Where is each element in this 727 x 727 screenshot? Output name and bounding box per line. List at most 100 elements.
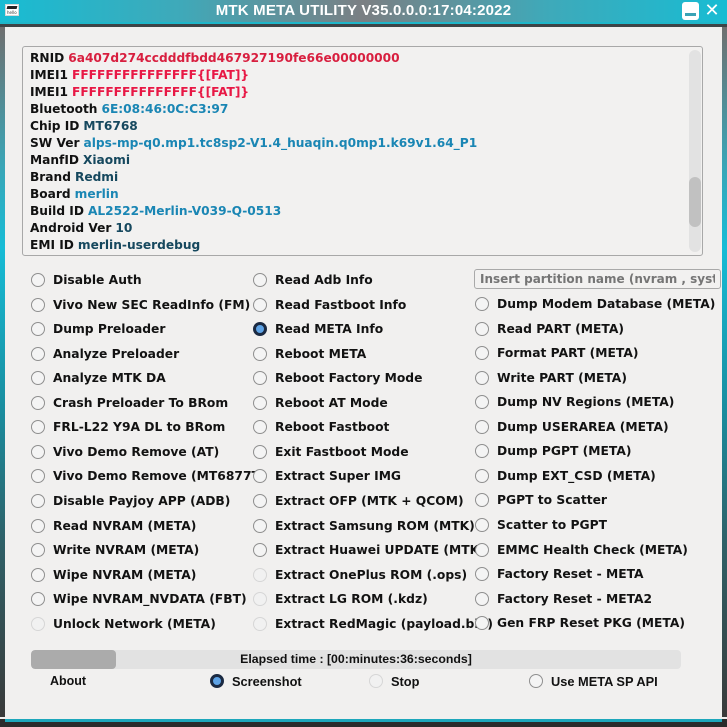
log-scrollbar[interactable] (689, 50, 701, 252)
radio-button[interactable] (475, 469, 489, 483)
option-vivo-new-sec-readinfo-fm[interactable]: Vivo New SEC ReadInfo (FM) (31, 295, 250, 315)
radio-button[interactable] (253, 494, 267, 508)
option-dump-nv-regions-meta[interactable]: Dump NV Regions (META) (475, 392, 674, 412)
option-reboot-factory-mode[interactable]: Reboot Factory Mode (253, 368, 422, 388)
option-factory-reset-meta2[interactable]: Factory Reset - META2 (475, 589, 652, 609)
radio-button[interactable] (253, 519, 267, 533)
radio-button[interactable] (475, 592, 489, 606)
radio-button[interactable] (31, 298, 45, 312)
partition-name-input[interactable] (474, 269, 721, 289)
radio-button[interactable] (253, 322, 267, 336)
option-wipe-nvram-nvdata-fbt[interactable]: Wipe NVRAM_NVDATA (FBT) (31, 589, 247, 609)
radio-button[interactable] (31, 371, 45, 385)
radio-button[interactable] (253, 371, 267, 385)
option-extract-samsung-rom-mtk[interactable]: Extract Samsung ROM (MTK) (253, 516, 475, 536)
log-line: ManfID Xiaomi (30, 152, 477, 169)
use-meta-sp-api-radio-icon[interactable] (529, 674, 543, 688)
radio-button[interactable] (31, 347, 45, 361)
option-reboot-fastboot[interactable]: Reboot Fastboot (253, 417, 389, 437)
option-read-meta-info[interactable]: Read META Info (253, 319, 383, 339)
option-dump-modem-database-meta[interactable]: Dump Modem Database (META) (475, 294, 715, 314)
radio-button[interactable] (31, 396, 45, 410)
title-bar[interactable]: hello MTK META UTILITY V35.0.0.0:17:04:2… (0, 0, 727, 22)
option-dump-ext-csd-meta[interactable]: Dump EXT_CSD (META) (475, 466, 656, 486)
option-write-nvram-meta[interactable]: Write NVRAM (META) (31, 540, 199, 560)
option-write-part-meta[interactable]: Write PART (META) (475, 368, 627, 388)
radio-button[interactable] (31, 273, 45, 287)
use-meta-sp-api-radio[interactable]: Use META SP API (529, 671, 658, 691)
radio-button[interactable] (253, 347, 267, 361)
option-reboot-at-mode[interactable]: Reboot AT Mode (253, 393, 388, 413)
option-reboot-meta[interactable]: Reboot META (253, 344, 366, 364)
screenshot-radio[interactable]: Screenshot (210, 671, 302, 691)
option-label: Read META Info (275, 322, 384, 336)
radio-button[interactable] (475, 567, 489, 581)
option-factory-reset-meta[interactable]: Factory Reset - META (475, 564, 644, 584)
option-read-part-meta[interactable]: Read PART (META) (475, 319, 624, 339)
radio-button[interactable] (31, 592, 45, 606)
radio-button[interactable] (475, 371, 489, 385)
stop-radio[interactable]: Stop (369, 671, 419, 691)
window-border-left (0, 27, 5, 717)
radio-button[interactable] (253, 420, 267, 434)
option-emmc-health-check-meta[interactable]: EMMC Health Check (META) (475, 540, 688, 560)
about-link[interactable]: About (50, 672, 86, 690)
option-dump-preloader[interactable]: Dump Preloader (31, 319, 165, 339)
radio-button[interactable] (475, 420, 489, 434)
option-read-adb-info[interactable]: Read Adb Info (253, 270, 373, 290)
radio-button[interactable] (31, 322, 45, 336)
option-label: Reboot Factory Mode (275, 371, 423, 385)
option-wipe-nvram-meta[interactable]: Wipe NVRAM (META) (31, 565, 196, 585)
radio-button[interactable] (475, 322, 489, 336)
radio-button[interactable] (31, 445, 45, 459)
minimize-button[interactable] (682, 2, 699, 20)
radio-button[interactable] (31, 519, 45, 533)
option-label: Unlock Network (META) (53, 617, 216, 631)
radio-button[interactable] (31, 543, 45, 557)
option-analyze-mtk-da[interactable]: Analyze MTK DA (31, 368, 166, 388)
option-dump-userarea-meta[interactable]: Dump USERAREA (META) (475, 417, 669, 437)
option-scatter-to-pgpt[interactable]: Scatter to PGPT (475, 515, 607, 535)
radio-button[interactable] (475, 543, 489, 557)
screenshot-radio-icon[interactable] (210, 674, 224, 688)
radio-button[interactable] (475, 518, 489, 532)
option-vivo-demo-remove-at[interactable]: Vivo Demo Remove (AT) (31, 442, 219, 462)
option-exit-fastboot-mode[interactable]: Exit Fastboot Mode (253, 442, 409, 462)
radio-button[interactable] (253, 396, 267, 410)
radio-button[interactable] (475, 493, 489, 507)
radio-button[interactable] (253, 445, 267, 459)
radio-button[interactable] (253, 298, 267, 312)
option-extract-super-img[interactable]: Extract Super IMG (253, 466, 401, 486)
radio-button[interactable] (253, 273, 267, 287)
radio-button[interactable] (475, 297, 489, 311)
option-pgpt-to-scatter[interactable]: PGPT to Scatter (475, 490, 607, 510)
option-dump-pgpt-meta[interactable]: Dump PGPT (META) (475, 441, 631, 461)
radio-button[interactable] (475, 444, 489, 458)
option-disable-auth[interactable]: Disable Auth (31, 270, 142, 290)
radio-button[interactable] (31, 568, 45, 582)
stop-radio-icon[interactable] (369, 674, 383, 688)
option-format-part-meta[interactable]: Format PART (META) (475, 343, 639, 363)
radio-button[interactable] (31, 420, 45, 434)
radio-button[interactable] (253, 469, 267, 483)
option-frl-l22-y9a-dl-to-brom[interactable]: FRL-L22 Y9A DL to BRom (31, 417, 225, 437)
log-output[interactable]: RNID 6a407d274ccdddfbdd467927190fe66e0000… (22, 46, 703, 256)
radio-button[interactable] (31, 469, 45, 483)
option-gen-frp-reset-pkg-meta[interactable]: Gen FRP Reset PKG (META) (475, 613, 685, 633)
option-read-fastboot-info[interactable]: Read Fastboot Info (253, 295, 406, 315)
radio-button[interactable] (475, 616, 489, 630)
option-disable-payjoy-app-adb[interactable]: Disable Payjoy APP (ADB) (31, 491, 230, 511)
radio-button[interactable] (253, 543, 267, 557)
option-crash-preloader-to-brom[interactable]: Crash Preloader To BRom (31, 393, 228, 413)
log-key: RNID (30, 51, 65, 65)
option-extract-ofp-mtk-qcom[interactable]: Extract OFP (MTK + QCOM) (253, 491, 464, 511)
radio-button[interactable] (475, 395, 489, 409)
option-extract-huawei-update-mtk[interactable]: Extract Huawei UPDATE (MTK) (253, 540, 485, 560)
radio-button[interactable] (31, 494, 45, 508)
log-scrollbar-thumb[interactable] (689, 177, 701, 227)
option-analyze-preloader[interactable]: Analyze Preloader (31, 344, 179, 364)
option-vivo-demo-remove-mt6877t[interactable]: Vivo Demo Remove (MT6877T) (31, 466, 266, 486)
option-read-nvram-meta[interactable]: Read NVRAM (META) (31, 516, 196, 536)
close-button[interactable]: ✕ (702, 0, 722, 22)
radio-button[interactable] (475, 346, 489, 360)
